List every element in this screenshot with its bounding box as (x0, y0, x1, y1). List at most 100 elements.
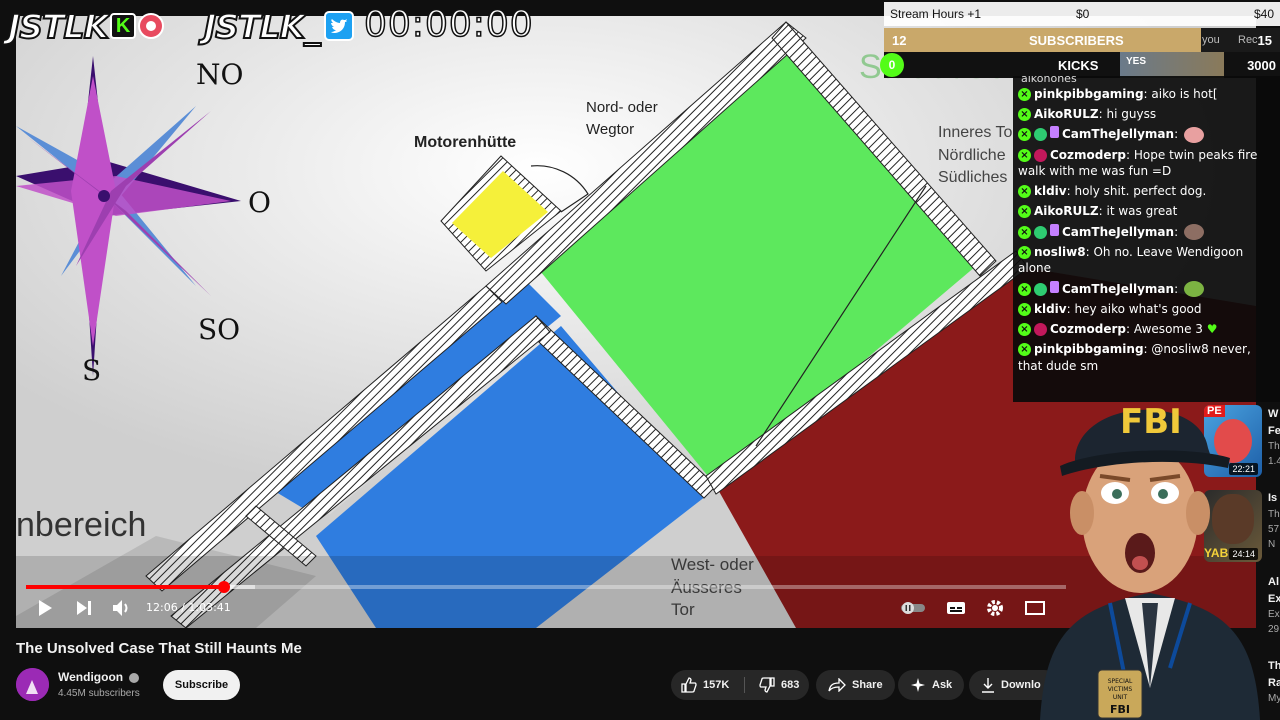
label-inneres-1: Inneres To (938, 124, 1013, 141)
mod-badge-icon: × (1018, 303, 1031, 316)
thumbs-down-icon (759, 677, 775, 693)
scrubber-handle[interactable] (217, 581, 230, 593)
skip-next-icon (77, 601, 91, 615)
chat-username[interactable]: Cozmoderp (1050, 322, 1126, 336)
heart-emote-icon: ♥ (1202, 322, 1218, 337)
brand-logo-kick: JSTLK K (7, 6, 165, 47)
chat-separator: : (1174, 224, 1182, 239)
chat-separator: : (1126, 147, 1134, 162)
chat-panel[interactable]: aikohones × pinkpibbgaming: aiko is hot[×… (1013, 76, 1280, 402)
twitter-bird-icon (323, 11, 354, 41)
chat-username[interactable]: pinkpibbgaming (1034, 342, 1144, 356)
brand-text-right: JSTLK_ (203, 6, 322, 47)
dislike-button[interactable]: 683 (751, 677, 799, 693)
obscured-text-2: Rec (1238, 34, 1258, 46)
verified-icon (129, 672, 140, 683)
chat-username[interactable]: CamTheJellyman (1062, 127, 1174, 141)
channel-name-row[interactable]: Wendigoon (58, 670, 140, 684)
settings-button[interactable] (984, 596, 1006, 620)
chat-text: it was great (1106, 204, 1178, 219)
ask-label: Ask (932, 679, 953, 691)
kicks-goal-value: 3000 (1247, 57, 1276, 73)
record-icon (138, 13, 165, 39)
mod-badge-icon: × (1018, 108, 1031, 122)
mod-badge-icon: × (1018, 185, 1031, 199)
chat-message: × Cozmoderp: Awesome 3 ♥ (1015, 319, 1280, 339)
compass-label-o: O (248, 186, 271, 219)
chat-username[interactable]: kldiv (1034, 184, 1067, 198)
chat-separator: : (1098, 204, 1107, 219)
chat-message: × kldiv: hey aiko what's good (1015, 299, 1280, 319)
chat-message: × Cozmoderp: Hope twin peaks fire walk wi… (1015, 145, 1280, 181)
chat-username[interactable]: nosliw8 (1034, 245, 1086, 259)
badge-line-2: VICTIMS (1108, 686, 1133, 693)
autoplay-toggle[interactable] (900, 596, 926, 620)
cap-text: FBI (1120, 402, 1182, 442)
label-nord-tor-1: Nord- oder (586, 99, 658, 116)
share-label: Share (852, 679, 883, 691)
chat-partial-line: aikohones (1021, 76, 1077, 84)
share-button[interactable]: Share (816, 670, 895, 700)
label-inneres-2: Nördliche (938, 147, 1006, 164)
subscribers-goal: 12 SUBSCRIBERS you Rec 15 (884, 28, 1280, 52)
subscribe-button[interactable]: Subscribe (163, 670, 240, 700)
next-button[interactable] (73, 596, 95, 620)
streamer-avatar-cartoon: SPECIAL VICTIMS UNIT FBI FBI (1040, 402, 1260, 720)
channel-avatar[interactable] (16, 668, 49, 701)
chat-text: Awesome 3 (1133, 322, 1203, 337)
chat-username[interactable]: pinkpibbgaming (1034, 87, 1144, 101)
chat-message: × CamTheJellyman: (1015, 124, 1280, 145)
mod-badge-icon: × (1018, 148, 1031, 162)
volume-button[interactable] (110, 596, 134, 620)
chat-message: × AikoRULZ: hi guyss (1015, 104, 1280, 124)
label-bereich: nbereich (16, 506, 146, 544)
gift-badge-icon (1050, 126, 1059, 139)
label-motorenhuette: Motorenhütte (414, 134, 516, 151)
mod-badge-icon: × (1018, 343, 1031, 357)
chat-message: × nosliw8: Oh no. Leave Wendigoon alone (1015, 242, 1280, 278)
brand-text-left: JSTLK (7, 6, 110, 47)
chat-username[interactable]: AikoRULZ (1034, 107, 1099, 121)
subscribers-count: 12 (892, 32, 907, 48)
chat-message: × AikoRULZ: it was great (1015, 201, 1280, 221)
kick-logo-icon: K (110, 13, 137, 39)
like-button[interactable]: 157K (671, 677, 745, 693)
kicks-label: KICKS (1058, 57, 1099, 73)
volume-icon (113, 600, 128, 616)
chat-username[interactable]: kldiv (1034, 302, 1067, 316)
stream-goals-widget: Stream Hours +1 $0 $40 12 SUBSCRIBERS yo… (880, 2, 1280, 78)
stream-hours-label: Stream Hours +1 (890, 7, 982, 21)
chat-username[interactable]: CamTheJellyman (1062, 225, 1174, 239)
chat-username[interactable]: AikoRULZ (1034, 204, 1099, 218)
dislike-count: 683 (781, 679, 800, 691)
subscriber-count: 4.45M subscribers (58, 688, 140, 699)
mod-badge-icon: × (1018, 282, 1031, 296)
subscribers-label: SUBSCRIBERS (1029, 32, 1124, 48)
chat-text: aiko is hot[ (1151, 87, 1218, 101)
stream-hours-goal: Stream Hours +1 $0 $40 (884, 2, 1280, 26)
progress-bar[interactable] (26, 581, 1066, 593)
chat-message: × CamTheJellyman: (1015, 222, 1280, 243)
ask-button[interactable]: Ask (898, 670, 965, 700)
chat-message: × CamTheJellyman: (1015, 279, 1280, 300)
chat-username[interactable]: CamTheJellyman (1062, 282, 1174, 296)
chat-text: holy shit. perfect dog. (1074, 184, 1207, 199)
play-button[interactable] (34, 596, 56, 620)
thumbs-up-icon (681, 677, 697, 693)
chat-text: hey aiko what's good (1074, 302, 1202, 316)
channel-name[interactable]: Wendigoon (58, 670, 123, 684)
gift-badge-icon (1050, 280, 1059, 293)
subscriber-badge-icon (1034, 148, 1047, 162)
subtitles-button[interactable] (945, 596, 967, 620)
chat-separator: : (1126, 322, 1134, 337)
gift-badge-icon (1050, 223, 1059, 236)
chat-text: hi guyss (1106, 107, 1157, 122)
brand-logo-twitter: JSTLK_ (203, 6, 354, 47)
stream-timer: 00:00:00 (363, 3, 534, 46)
chat-separator: : (1174, 127, 1182, 142)
played-bar (26, 585, 224, 589)
label-inneres-3: Südliches (938, 169, 1007, 186)
like-dislike-group: 157K 683 (671, 670, 809, 700)
compass-label-so: SO (198, 313, 240, 346)
chat-username[interactable]: Cozmoderp (1050, 148, 1126, 162)
